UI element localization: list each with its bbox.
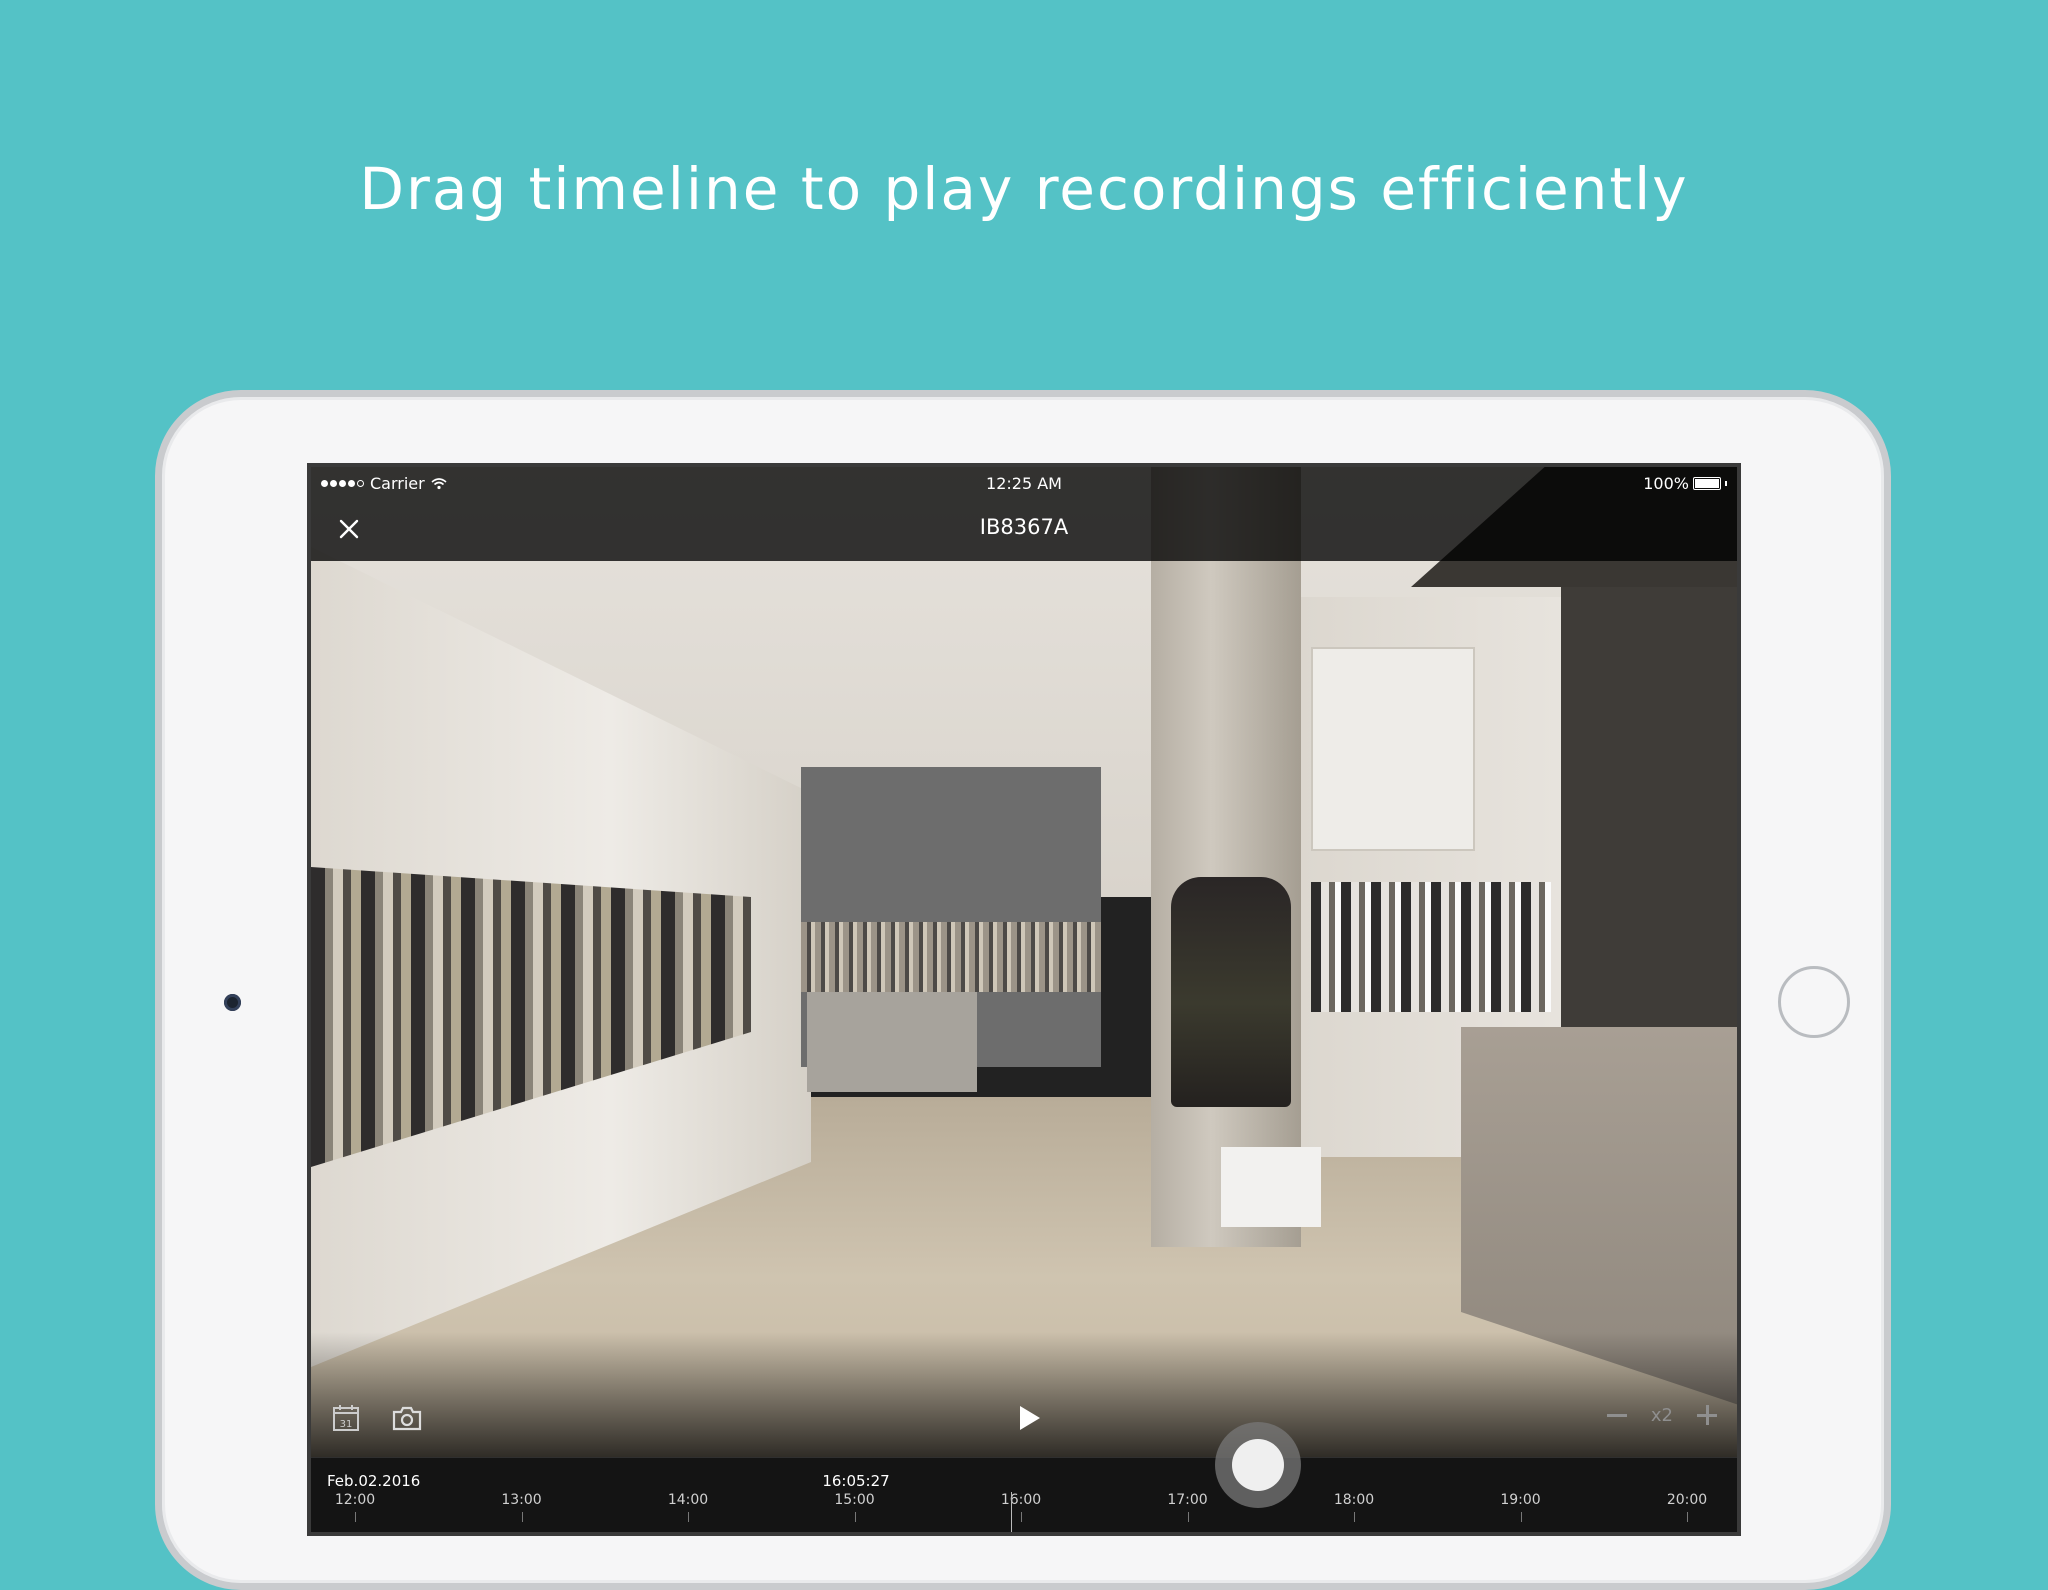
- snapshot-button[interactable]: [391, 1404, 423, 1432]
- play-icon: [1020, 1406, 1040, 1430]
- timeline-hour-tick: [1520, 1512, 1522, 1522]
- timeline-playhead-line: [1011, 1492, 1012, 1532]
- camera-icon: [392, 1406, 422, 1431]
- timeline-hour-tick: [854, 1512, 856, 1522]
- timeline-hour-label: 20:00: [1666, 1492, 1708, 1508]
- timeline-hour-label: 13:00: [501, 1492, 542, 1508]
- timeline-hour-tick: [1187, 1512, 1189, 1522]
- play-button[interactable]: [1011, 1401, 1045, 1435]
- timeline-hour-tick: [1021, 1512, 1022, 1522]
- playback-controls: 31 x2: [311, 1391, 1737, 1447]
- timeline-scrub-handle[interactable]: [1215, 1422, 1301, 1508]
- app-screen: Carrier 12:25 AM 100% IB8367A 31 x2 Feb.…: [307, 463, 1741, 1536]
- timeline[interactable]: Feb.02.2016 16:05:27 12:00 13:00 14:00 15:0…: [311, 1457, 1737, 1532]
- timeline-hour-label: 12:00: [334, 1492, 376, 1508]
- status-bar: Carrier 12:25 AM 100%: [311, 467, 1737, 497]
- timeline-hour-label: 14:00: [667, 1492, 709, 1508]
- home-button[interactable]: [1778, 966, 1850, 1038]
- speed-controls: x2: [1605, 1403, 1719, 1427]
- timeline-hour-tick: [1687, 1512, 1688, 1522]
- timeline-hour-label: 19:00: [1500, 1492, 1541, 1508]
- speed-decrease-button[interactable]: [1605, 1403, 1629, 1427]
- calendar-icon: 31: [333, 1405, 359, 1431]
- calendar-day: 31: [340, 1419, 353, 1430]
- speed-increase-button[interactable]: [1695, 1403, 1719, 1427]
- timeline-hour-label: 16:00: [1000, 1492, 1042, 1508]
- timeline-hour-label: 17:00: [1167, 1492, 1208, 1508]
- status-time: 12:25 AM: [986, 474, 1062, 493]
- timeline-hour-tick: [1354, 1512, 1355, 1522]
- top-overlay: Carrier 12:25 AM 100% IB8367A: [311, 467, 1737, 561]
- battery-percent: 100%: [1643, 474, 1689, 493]
- speed-label: x2: [1650, 1404, 1673, 1426]
- timeline-hour-tick: [521, 1512, 523, 1522]
- timeline-hour-label: 18:00: [1333, 1492, 1375, 1508]
- front-camera: [224, 994, 241, 1011]
- calendar-button[interactable]: 31: [331, 1403, 361, 1433]
- timeline-hour-tick: [355, 1512, 356, 1522]
- headline: Drag timeline to play recordings efficie…: [359, 155, 1689, 223]
- battery-icon: [1693, 477, 1721, 490]
- timeline-hour-label: 15:00: [834, 1492, 875, 1508]
- nav-bar: IB8367A: [311, 497, 1737, 561]
- timeline-hour-tick: [688, 1512, 689, 1522]
- timeline-hour-labels: 12:00 13:00 14:00 15:00 16:00 17:00 18:00 19:00…: [311, 1492, 1737, 1522]
- camera-name-title: IB8367A: [979, 515, 1069, 539]
